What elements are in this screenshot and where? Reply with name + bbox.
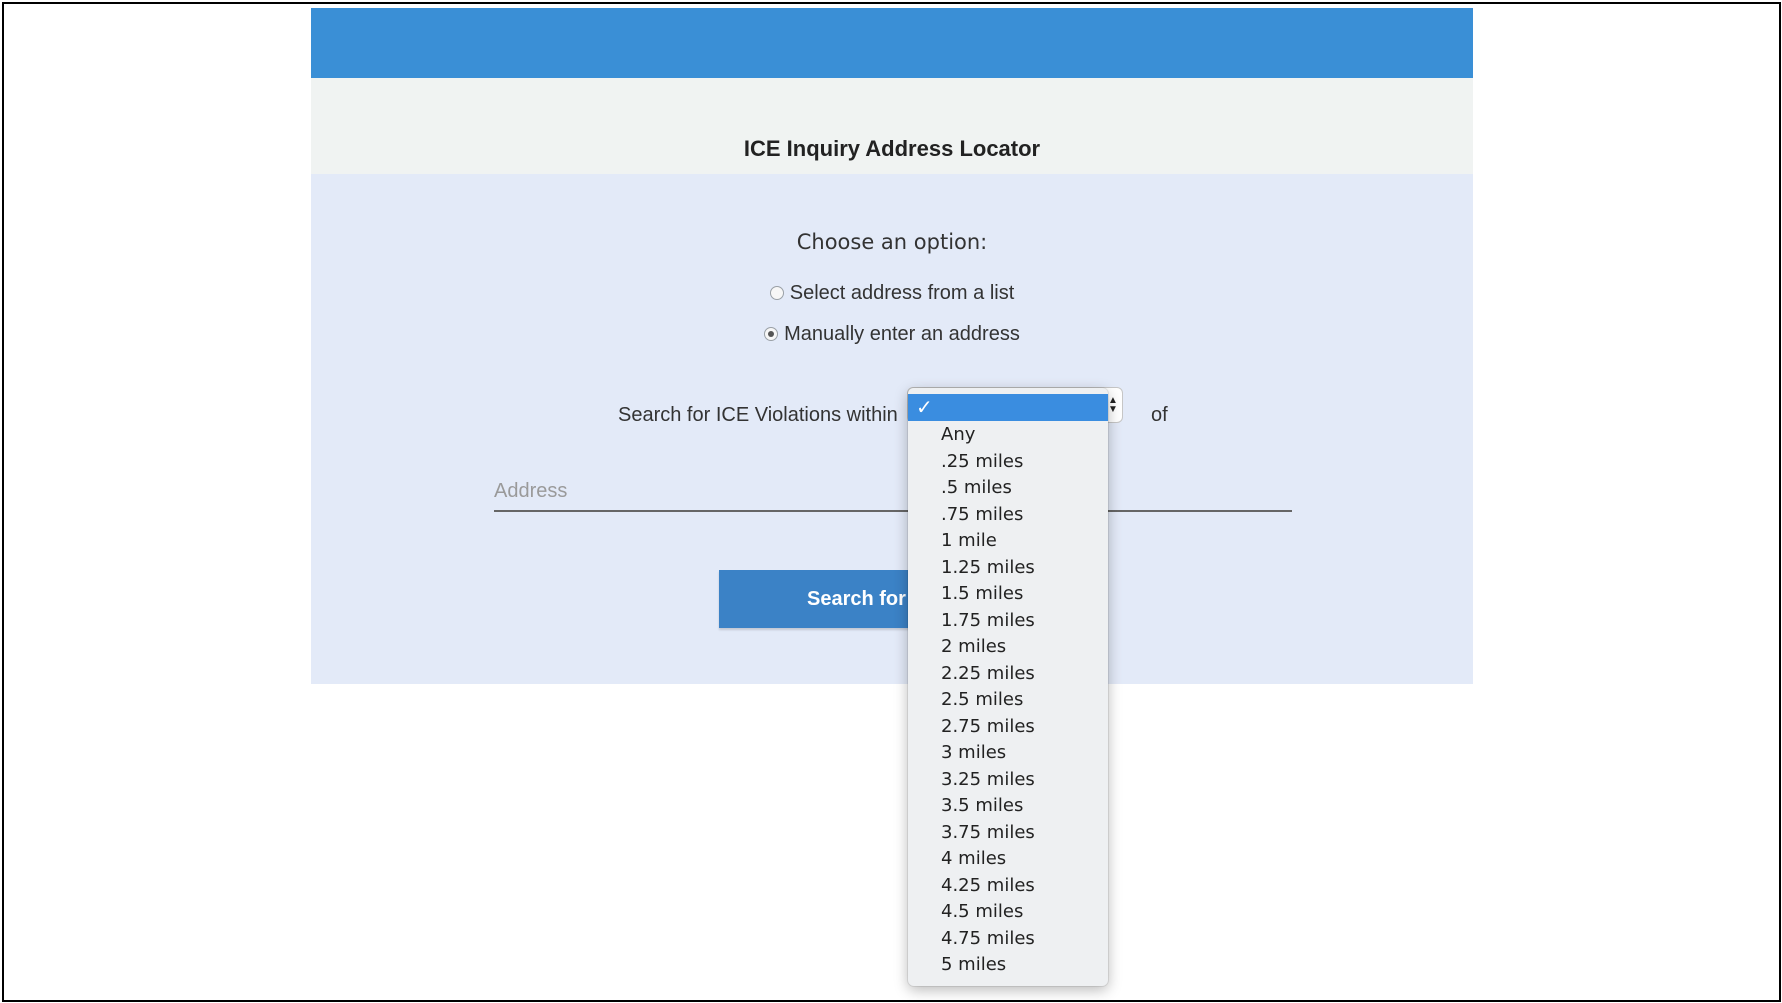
dropdown-option[interactable]: 4.75 miles — [908, 926, 1108, 953]
dropdown-option[interactable]: 2.75 miles — [908, 714, 1108, 741]
dropdown-option[interactable]: 1.75 miles — [908, 608, 1108, 635]
dropdown-option[interactable]: 3.5 miles — [908, 793, 1108, 820]
choose-option-label: Choose an option: — [796, 230, 988, 254]
dropdown-option[interactable]: 4.5 miles — [908, 899, 1108, 926]
dropdown-option[interactable]: 5 miles — [908, 952, 1108, 979]
address-field[interactable] — [494, 474, 1292, 512]
dropdown-option[interactable]: 2.25 miles — [908, 661, 1108, 688]
dropdown-option[interactable]: 1 mile — [908, 528, 1108, 555]
dropdown-option[interactable]: 4.25 miles — [908, 873, 1108, 900]
top-banner — [311, 8, 1473, 78]
dropdown-option[interactable]: 3.25 miles — [908, 767, 1108, 794]
option-select-from-list-label: Select address from a list — [789, 282, 1015, 304]
option-manual-entry[interactable]: Manually enter an address — [311, 323, 1473, 346]
search-panel: Choose an option: Select address from a … — [311, 174, 1473, 684]
page-title: ICE Inquiry Address Locator — [743, 136, 1041, 161]
dropdown-option[interactable]: 4 miles — [908, 846, 1108, 873]
dropdown-option[interactable]: .25 miles — [908, 449, 1108, 476]
search-within-label: Search for ICE Violations within — [618, 404, 898, 426]
dropdown-option[interactable]: .75 miles — [908, 502, 1108, 529]
dropdown-option[interactable]: 1.5 miles — [908, 581, 1108, 608]
distance-dropdown-menu: ✓ Any .25 miles .5 miles .75 miles 1 mil… — [908, 388, 1108, 986]
title-bar: ICE Inquiry Address Locator — [311, 78, 1473, 174]
option-manual-entry-label: Manually enter an address — [784, 323, 1020, 345]
option-select-from-list[interactable]: Select address from a list — [311, 282, 1473, 305]
dropdown-selected-item[interactable]: ✓ — [908, 394, 1108, 421]
select-arrows-icon: ▲ ▼ — [1108, 395, 1118, 415]
dropdown-option[interactable]: 2 miles — [908, 634, 1108, 661]
dropdown-option[interactable]: 1.25 miles — [908, 555, 1108, 582]
dropdown-option-list: Any .25 miles .5 miles .75 miles 1 mile … — [908, 422, 1108, 979]
dropdown-option[interactable]: .5 miles — [908, 475, 1108, 502]
address-input[interactable] — [494, 474, 1292, 508]
radio-select-from-list[interactable] — [769, 286, 784, 300]
radio-manual-entry[interactable] — [764, 327, 779, 341]
checkmark-icon: ✓ — [916, 395, 933, 419]
dropdown-option[interactable]: Any — [908, 422, 1108, 449]
dropdown-option[interactable]: 3 miles — [908, 740, 1108, 767]
of-label: of — [1151, 404, 1168, 426]
app-container: ICE Inquiry Address Locator Choose an op… — [311, 8, 1473, 684]
dropdown-option[interactable]: 2.5 miles — [908, 687, 1108, 714]
dropdown-option[interactable]: 3.75 miles — [908, 820, 1108, 847]
